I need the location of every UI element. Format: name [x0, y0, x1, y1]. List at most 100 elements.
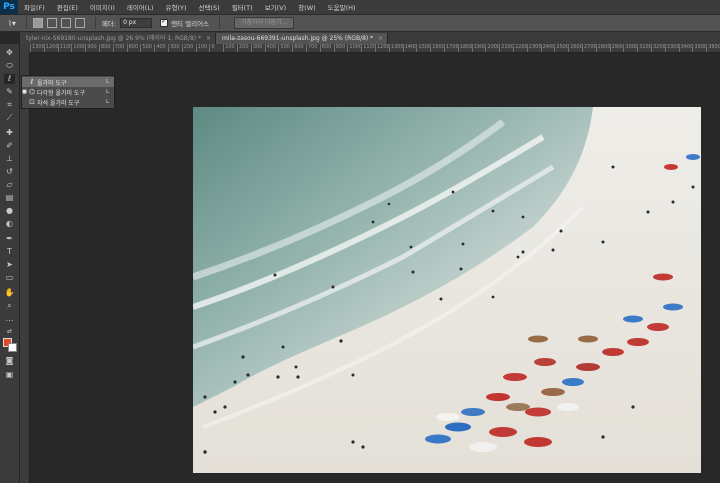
dodge-tool-icon[interactable]: ◐ — [4, 219, 15, 229]
eraser-tool-icon[interactable]: ▱ — [4, 180, 15, 190]
menu-filter[interactable]: 필터(T) — [232, 2, 253, 12]
document-tab-bar: tyler-nix-569180-unsplash.jpg @ 26.9% (레… — [20, 32, 720, 44]
menu-select[interactable]: 선택(S) — [199, 2, 220, 12]
horizontal-ruler[interactable]: 1300 1200 1100 1000 900 800 700 600 500 400 300 200… — [30, 44, 720, 53]
eyedropper-tool-icon[interactable]: ⟋ — [4, 113, 15, 123]
history-brush-tool-icon[interactable]: ↺ — [4, 167, 15, 177]
ruler-tick-label: 1300 — [30, 44, 45, 52]
menu-image[interactable]: 이미지(I) — [90, 2, 115, 12]
background-color-swatch[interactable] — [8, 343, 17, 352]
ruler-tick-label: 100 — [195, 44, 207, 52]
vertical-ruler[interactable] — [20, 53, 30, 483]
ruler-tick-label: 1000 — [347, 44, 362, 52]
zoom-tool-icon[interactable]: ⌕ — [4, 301, 15, 311]
flyout-item-polygonal-lasso[interactable]: ■ ⌬ 다각형 올가미 도구 L — [22, 87, 114, 97]
gradient-tool-icon[interactable]: ▤ — [4, 193, 15, 203]
ruler-tick-label: 400 — [154, 44, 166, 52]
ruler-tick-label: 900 — [85, 44, 97, 52]
ruler-tick-label: 1400 — [402, 44, 417, 52]
ruler-tick-label: 200 — [237, 44, 249, 52]
rectangle-tool-icon[interactable]: ▭ — [4, 273, 15, 283]
screen-mode-icon[interactable]: ▣ — [4, 370, 15, 380]
ruler-tick-label: 500 — [278, 44, 290, 52]
flyout-item-magnetic-lasso[interactable]: ⊡ 자석 올가미 도구 L — [22, 97, 114, 107]
brush-tool-icon[interactable]: ✐ — [4, 141, 15, 151]
flyout-shortcut: L — [106, 89, 110, 95]
more-tools-icon[interactable]: ⋯ — [4, 316, 15, 326]
feather-label: 페더: — [101, 20, 117, 28]
clone-stamp-tool-icon[interactable]: ⊥ — [4, 154, 15, 164]
ruler-tick-label: 2400 — [540, 44, 555, 52]
flyout-shortcut: L — [106, 79, 110, 85]
hand-tool-icon[interactable]: ✋ — [4, 288, 15, 298]
ruler-tick-label: 1600 — [430, 44, 445, 52]
beach-photo[interactable] — [193, 107, 701, 473]
divider — [25, 17, 27, 29]
tab-tyler-nix[interactable]: tyler-nix-569180-unsplash.jpg @ 26.9% (레… — [20, 33, 217, 44]
crop-tool-icon[interactable]: ⌗ — [4, 100, 15, 110]
ruler-tick-label: 200 — [181, 44, 193, 52]
ruler-tick-label: 3200 — [651, 44, 666, 52]
menu-help[interactable]: 도움말(H) — [328, 2, 356, 12]
tool-preset-icon[interactable]: ⌇▾ — [8, 19, 16, 28]
subtract-from-selection-icon[interactable] — [60, 18, 71, 28]
type-tool-icon[interactable]: T — [4, 247, 15, 257]
ruler-tick-label: 3000 — [623, 44, 638, 52]
ruler-tick-label: 1100 — [361, 44, 376, 52]
lasso-tool-icon[interactable]: ℓ — [4, 74, 15, 84]
intersect-selection-icon[interactable] — [74, 18, 85, 28]
ruler-tick-label: 500 — [140, 44, 152, 52]
menu-window[interactable]: 창(W) — [298, 2, 315, 12]
tab-title: tyler-nix-569180-unsplash.jpg @ 26.9% (레… — [26, 35, 202, 42]
quick-mask-icon[interactable]: ◙ — [4, 356, 15, 366]
feather-input[interactable]: 0 px — [120, 18, 153, 28]
lasso-tool-flyout: ℓ 올가미 도구 L ■ ⌬ 다각형 올가미 도구 L ⊡ 자석 올가미 도구 … — [21, 75, 115, 109]
swap-colors-icon[interactable]: ⇄ — [4, 327, 15, 337]
ruler-tick-label: 1500 — [416, 44, 431, 52]
ruler-tick-label: 1900 — [471, 44, 486, 52]
add-to-selection-icon[interactable] — [46, 18, 57, 28]
close-icon[interactable]: × — [378, 33, 383, 44]
ruler-tick-label: 2100 — [499, 44, 514, 52]
menu-layer[interactable]: 레이어(L) — [127, 2, 154, 12]
menu-edit[interactable]: 편집(E) — [57, 2, 78, 12]
healing-brush-tool-icon[interactable]: ✚ — [4, 128, 15, 138]
flyout-item-label: 자석 올가미 도구 — [37, 99, 80, 107]
ruler-tick-label: 1100 — [57, 44, 72, 52]
menu-file[interactable]: 파일(F) — [24, 2, 45, 12]
ruler-tick-label: 100 — [223, 44, 235, 52]
marquee-tool-icon[interactable]: ⬭ — [4, 61, 15, 71]
ruler-corner[interactable] — [20, 44, 30, 53]
ruler-tick-label: 300 — [250, 44, 262, 52]
ruler-tick-label: 1800 — [457, 44, 473, 52]
ruler-tick-label: 1300 — [388, 44, 404, 52]
close-icon[interactable]: × — [206, 33, 211, 44]
menu-type[interactable]: 유형(Y) — [166, 2, 187, 12]
quick-selection-tool-icon[interactable]: ✎ — [4, 87, 15, 97]
antialias-checkbox[interactable] — [160, 17, 169, 27]
ruler-tick-label: 0 — [209, 44, 215, 52]
new-selection-icon[interactable] — [32, 18, 43, 28]
ruler-tick-label: 2900 — [609, 44, 624, 52]
ruler-tick-label: 700 — [306, 44, 318, 52]
options-bar: ⌇▾ 페더: 0 px 앤티 앨리어스 가장자리 다듬기... — [0, 14, 720, 32]
flyout-item-lasso[interactable]: ℓ 올가미 도구 L — [22, 77, 114, 87]
flyout-item-label: 다각형 올가미 도구 — [37, 89, 85, 97]
ruler-tick-label: 1200 — [43, 44, 59, 52]
blur-tool-icon[interactable]: ● — [4, 206, 15, 216]
lasso-icon: ℓ — [30, 78, 34, 86]
menu-bar: Ps 파일(F) 편집(E) 이미지(I) 레이어(L) 유형(Y) 선택(S)… — [0, 0, 720, 14]
ruler-tick-label: 800 — [99, 44, 111, 52]
pen-tool-icon[interactable]: ✒ — [4, 234, 15, 244]
tab-title: mila-zasou-669391-unsplash.jpg @ 25% (RG… — [222, 35, 374, 42]
path-selection-tool-icon[interactable]: ➤ — [4, 260, 15, 270]
ruler-tick-label: 600 — [292, 44, 304, 52]
menu-view[interactable]: 보기(V) — [265, 2, 286, 12]
magnetic-lasso-icon: ⊡ — [29, 98, 35, 106]
ruler-tick-label: 700 — [112, 44, 124, 52]
move-tool-icon[interactable]: ✥ — [4, 48, 15, 58]
beach-photo-image — [193, 107, 701, 473]
refine-edge-button[interactable]: 가장자리 다듬기... — [234, 17, 295, 29]
tab-mila-zasou[interactable]: mila-zasou-669391-unsplash.jpg @ 25% (RG… — [216, 33, 389, 44]
ruler-tick-label: 2700 — [582, 44, 597, 52]
